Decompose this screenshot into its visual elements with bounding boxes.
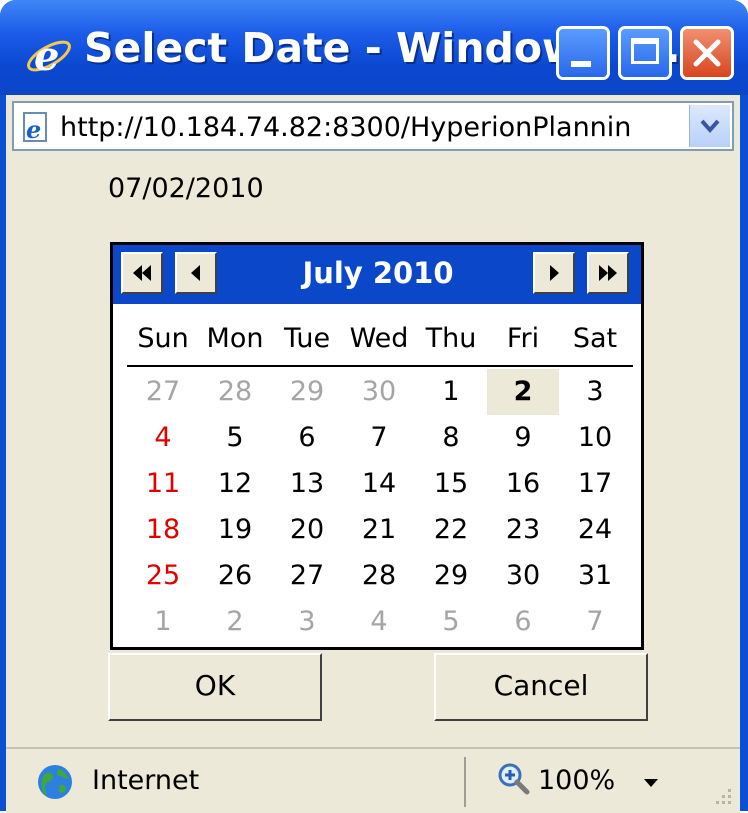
- next-month-button[interactable]: [533, 252, 575, 294]
- day-cell[interactable]: 4: [127, 415, 199, 461]
- day-cell[interactable]: 6: [271, 415, 343, 461]
- day-cell[interactable]: 3: [559, 369, 631, 415]
- maximize-button[interactable]: [618, 26, 672, 80]
- day-cell[interactable]: 12: [199, 461, 271, 507]
- day-cell[interactable]: 21: [343, 507, 415, 553]
- day-cell-selected[interactable]: 2: [487, 369, 559, 415]
- day-cell[interactable]: 5: [415, 599, 487, 645]
- next-year-button[interactable]: [587, 252, 629, 294]
- weekday-sun: Sun: [137, 323, 189, 354]
- day-cell[interactable]: 11: [127, 461, 199, 507]
- address-bar[interactable]: e http://10.184.74.82:8300/HyperionPlann…: [12, 101, 734, 151]
- ie-logo-icon: e: [27, 33, 71, 80]
- title-bar[interactable]: e Select Date - Windows I...: [0, 0, 748, 95]
- address-dropdown-button[interactable]: [689, 105, 730, 147]
- maximize-icon: [631, 38, 659, 64]
- close-button[interactable]: [680, 26, 734, 80]
- day-cell[interactable]: 22: [415, 507, 487, 553]
- weekday-wed: Wed: [349, 323, 409, 354]
- day-cell[interactable]: 20: [271, 507, 343, 553]
- address-url: http://10.184.74.82:8300/HyperionPlannin: [60, 112, 632, 143]
- security-zone-label: Internet: [92, 765, 200, 796]
- day-cell[interactable]: 24: [559, 507, 631, 553]
- day-cell[interactable]: 13: [271, 461, 343, 507]
- day-cell[interactable]: 30: [487, 553, 559, 599]
- day-cell[interactable]: 9: [487, 415, 559, 461]
- day-cell[interactable]: 15: [415, 461, 487, 507]
- day-cell[interactable]: 28: [343, 553, 415, 599]
- zoom-level[interactable]: 100%: [538, 765, 615, 796]
- day-cell[interactable]: 27: [127, 369, 199, 415]
- status-bar: Internet 100%: [6, 747, 740, 813]
- day-cell[interactable]: 23: [487, 507, 559, 553]
- internet-globe-icon: [38, 765, 72, 799]
- svg-text:e: e: [26, 115, 41, 143]
- prev-month-button[interactable]: [175, 252, 217, 294]
- minimize-button[interactable]: [556, 26, 610, 80]
- day-cell[interactable]: 17: [559, 461, 631, 507]
- day-cell[interactable]: 18: [127, 507, 199, 553]
- day-cell[interactable]: 8: [415, 415, 487, 461]
- day-cell[interactable]: 31: [559, 553, 631, 599]
- day-cell[interactable]: 7: [343, 415, 415, 461]
- left-arrow-icon: [191, 265, 200, 281]
- selected-date-text: 07/02/2010: [108, 173, 264, 204]
- day-cell[interactable]: 30: [343, 369, 415, 415]
- day-cell[interactable]: 10: [559, 415, 631, 461]
- resize-grip-icon[interactable]: [712, 785, 734, 807]
- day-cell[interactable]: 16: [487, 461, 559, 507]
- popup-window: e Select Date - Windows I... e http://10…: [0, 0, 748, 813]
- day-cell[interactable]: 5: [199, 415, 271, 461]
- ok-button[interactable]: OK: [108, 653, 322, 721]
- day-cell[interactable]: 26: [199, 553, 271, 599]
- day-cell[interactable]: 2: [199, 599, 271, 645]
- weekday-fri: Fri: [506, 323, 540, 354]
- day-cell[interactable]: 1: [127, 599, 199, 645]
- month-title: July 2010: [302, 256, 454, 290]
- svg-text:e: e: [34, 33, 59, 80]
- day-cell[interactable]: 3: [271, 599, 343, 645]
- weekday-header-row: Sun Mon Tue Wed Thu Fri Sat: [127, 323, 633, 367]
- right-arrow-icon: [550, 265, 559, 281]
- day-cell[interactable]: 14: [343, 461, 415, 507]
- day-cell[interactable]: 25: [127, 553, 199, 599]
- day-cell[interactable]: 28: [199, 369, 271, 415]
- status-divider: [464, 757, 466, 807]
- prev-year-button[interactable]: [121, 252, 163, 294]
- day-cell[interactable]: 1: [415, 369, 487, 415]
- day-cell[interactable]: 29: [271, 369, 343, 415]
- zoom-magnifier-icon[interactable]: [496, 761, 532, 797]
- client-area: e http://10.184.74.82:8300/HyperionPlann…: [6, 95, 740, 813]
- day-cell[interactable]: 19: [199, 507, 271, 553]
- double-right-arrow-icon: [599, 265, 617, 281]
- weekday-sat: Sat: [572, 323, 618, 354]
- cancel-button[interactable]: Cancel: [434, 653, 648, 721]
- day-cell[interactable]: 7: [559, 599, 631, 645]
- calendar-header: July 2010: [113, 245, 641, 304]
- calendar: July 2010 Sun Mon Tue Wed Thu Fri Sat 27…: [110, 242, 644, 650]
- zoom-dropdown-arrow-icon[interactable]: [644, 779, 658, 787]
- day-cell[interactable]: 6: [487, 599, 559, 645]
- weekday-tue: Tue: [283, 323, 331, 354]
- day-cell[interactable]: 4: [343, 599, 415, 645]
- double-left-arrow-icon: [133, 265, 151, 281]
- weekday-mon: Mon: [206, 323, 264, 354]
- close-icon: [693, 39, 721, 67]
- day-cell[interactable]: 27: [271, 553, 343, 599]
- weekday-thu: Thu: [425, 323, 477, 354]
- chevron-down-icon: [700, 119, 720, 134]
- day-cell[interactable]: 29: [415, 553, 487, 599]
- page-icon: e: [23, 112, 47, 143]
- minimize-icon: [571, 61, 591, 67]
